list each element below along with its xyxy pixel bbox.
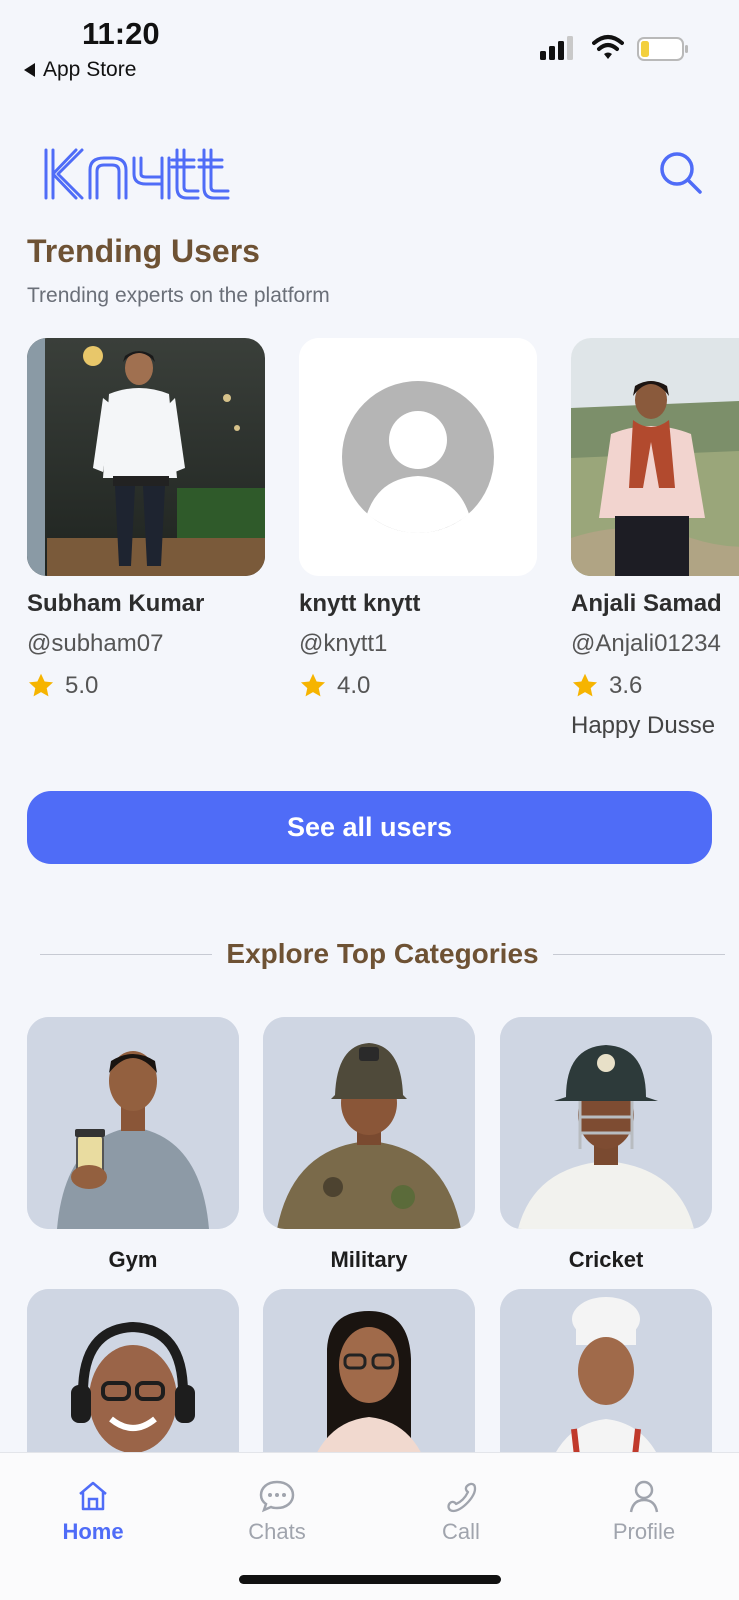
default-avatar-icon [299,338,537,576]
user-photo-illustration [571,338,739,576]
user-name: Subham Kumar [27,590,205,617]
category-image [263,1017,475,1229]
user-card-knytt[interactable]: knytt knytt @knytt1 4.0 [299,338,539,700]
military-illustration [263,1017,475,1229]
status-time: 11:20 [82,16,160,51]
star-icon [28,673,54,697]
category-label: Military [330,1247,408,1272]
wifi-icon [592,35,624,59]
cellular-signal-icon [540,36,573,60]
user-handle: @Anjali01234 [571,630,721,657]
star-icon [300,673,326,697]
user-name: knytt knytt [299,590,421,617]
user-rating: 4.0 [299,672,539,700]
user-rating: 3.6 [571,672,739,700]
user-photo-illustration [27,338,265,576]
tab-home[interactable]: Home [33,1479,153,1545]
categories-heading: Explore Top Categories [40,936,725,972]
category-gym[interactable]: Gym [27,1017,239,1273]
user-name: Anjali Samad [571,590,722,617]
back-app-label: App Store [43,58,137,81]
trending-users-subtitle: Trending experts on the platform [27,284,330,307]
user-bio: Happy Dusse [571,712,716,739]
category-label: Cricket [568,1247,644,1272]
gym-illustration [27,1017,239,1229]
battery-icon [637,37,688,61]
category-military[interactable]: Military [263,1017,475,1273]
profile-icon [629,1480,659,1513]
status-bar: 11:20 App Store [0,0,739,92]
user-avatar-placeholder [299,338,537,576]
chat-icon [259,1480,295,1513]
tab-call[interactable]: Call [401,1479,521,1545]
tab-label: Chats [248,1519,306,1544]
search-icon[interactable] [658,150,704,196]
divider [40,953,213,955]
back-arrow-icon [24,63,35,77]
home-icon [79,1481,107,1511]
back-to-app-store-link[interactable]: App Store [24,58,136,82]
tab-profile[interactable]: Profile [584,1479,704,1545]
user-card-anjali[interactable]: Anjali Samad @Anjali01234 3.6 Happy Duss… [571,338,739,740]
cricket-illustration [500,1017,712,1229]
knytt-logo[interactable] [42,144,232,204]
categories-title: Explore Top Categories [226,938,539,969]
home-indicator[interactable] [239,1575,501,1584]
rating-value: 3.6 [609,672,643,699]
star-icon [572,673,598,697]
user-card-subham[interactable]: Subham Kumar @subham07 5.0 [27,338,267,700]
tab-label: Profile [612,1519,676,1544]
divider [552,953,725,955]
user-handle: @knytt1 [299,630,388,657]
user-avatar-photo [571,338,739,576]
user-handle: @subham07 [27,630,164,657]
rating-value: 4.0 [337,672,371,699]
tab-chats[interactable]: Chats [217,1479,337,1545]
category-image [500,1017,712,1229]
category-image [27,1017,239,1229]
tab-label: Call [442,1519,480,1544]
see-all-users-button[interactable]: See all users [27,791,712,864]
phone-icon [447,1482,477,1513]
category-cricket[interactable]: Cricket [500,1017,712,1273]
tab-label: Home [62,1519,124,1544]
trending-users-title: Trending Users [27,233,260,269]
category-label: Gym [108,1247,158,1272]
rating-value: 5.0 [65,672,99,699]
user-rating: 5.0 [27,672,267,700]
user-avatar-photo [27,338,265,576]
